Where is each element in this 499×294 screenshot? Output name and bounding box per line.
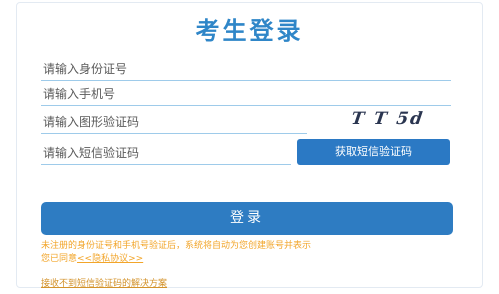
login-title: 考生登录: [195, 17, 304, 45]
notice-line-2: 您已同意<<隐私协议>>: [41, 253, 461, 266]
notice-line-1: 未注册的身份证号和手机号验证后，系统将自动为您创建账号并表示: [41, 241, 312, 251]
login-panel: 考生登录 T T 5d 获取短信验证码 登录 未注册的身份证号和手机号验证后，系…: [16, 2, 483, 289]
captcha-input[interactable]: [41, 110, 307, 134]
login-button[interactable]: 登录: [41, 202, 453, 235]
captcha-image[interactable]: T T 5d: [349, 109, 442, 133]
notice-line-2-text: 您已同意: [41, 254, 78, 264]
get-sms-code-button[interactable]: 获取短信验证码: [297, 139, 450, 165]
privacy-agreement-link[interactable]: <<隐私协议>>: [77, 254, 143, 264]
phone-number-input[interactable]: [41, 82, 451, 106]
registration-notice: 未注册的身份证号和手机号验证后，系统将自动为您创建账号并表示 您已同意<<隐私协…: [41, 240, 461, 266]
sms-code-input[interactable]: [41, 141, 291, 165]
id-number-input[interactable]: [41, 57, 451, 81]
sms-help-link[interactable]: 接收不到短信验证码的解决方案: [41, 276, 167, 289]
